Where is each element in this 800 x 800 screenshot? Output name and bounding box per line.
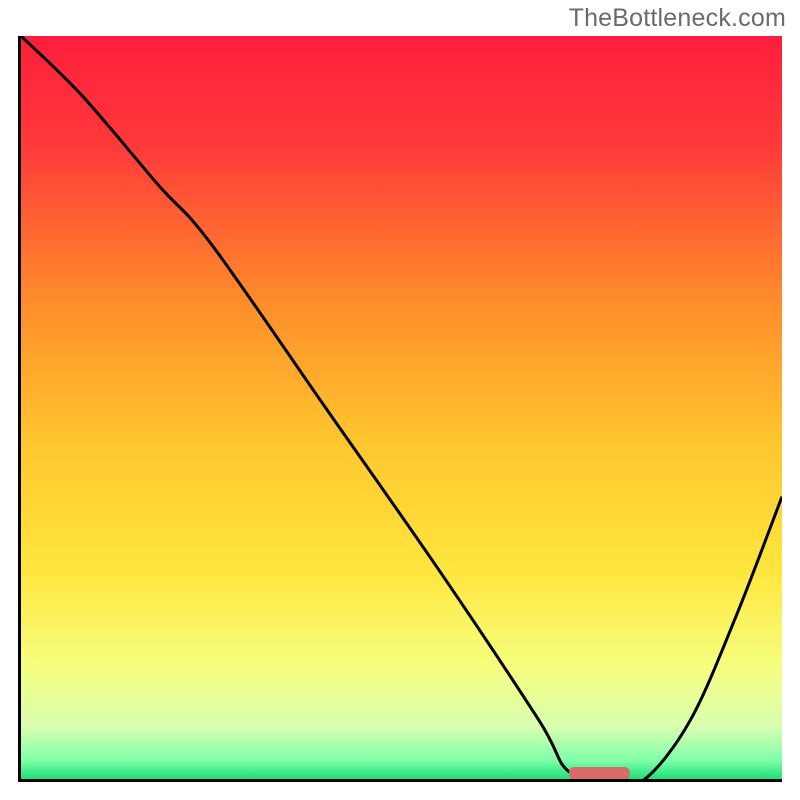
watermark-text: TheBottleneck.com <box>569 4 786 33</box>
chart-frame: TheBottleneck.com <box>0 0 800 800</box>
bottleneck-plot-svg <box>21 36 782 779</box>
optimal-marker <box>569 767 630 779</box>
plot-area <box>18 36 782 782</box>
heat-background <box>21 36 782 779</box>
